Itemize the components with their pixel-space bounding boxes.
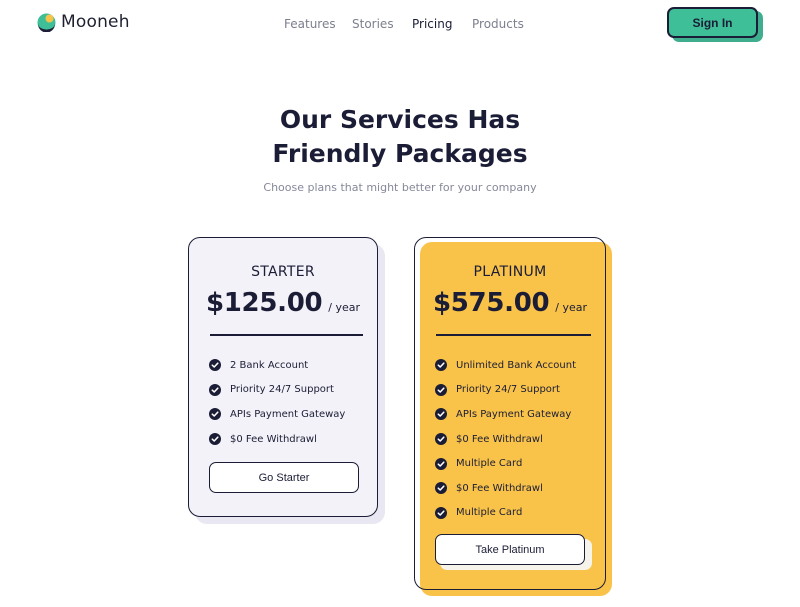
go-starter-button[interactable]: Go Starter	[209, 462, 359, 493]
check-icon	[435, 408, 447, 421]
plan-price: $575.00	[432, 288, 550, 318]
feature-item: 2 Bank Account	[209, 353, 345, 378]
check-icon	[209, 433, 221, 446]
page-title: Our Services Has Friendly Packages	[0, 103, 800, 171]
feature-label: Priority 24/7 Support	[230, 384, 334, 396]
plan-period: / year	[328, 301, 361, 314]
feature-item: Priority 24/7 Support	[435, 378, 576, 403]
feature-label: Multiple Card	[456, 507, 523, 519]
signin-button[interactable]: Sign In	[667, 7, 758, 38]
page-title-line-2: Friendly Packages	[272, 139, 528, 168]
feature-label: Multiple Card	[456, 458, 523, 470]
feature-item: $0 Fee Withdrawl	[209, 427, 345, 452]
feature-label: $0 Fee Withdrawl	[456, 433, 543, 445]
check-icon	[435, 433, 447, 446]
feature-label: APIs Payment Gateway	[230, 408, 346, 420]
starter-plan-card: STARTER $125.00 / year 2 Bank Account Pr…	[188, 237, 378, 517]
page-subtitle: Choose plans that might better for your …	[263, 181, 537, 194]
feature-label: $0 Fee Withdrawl	[230, 433, 317, 445]
check-icon	[435, 457, 447, 470]
plan-name: STARTER	[251, 264, 315, 280]
check-icon	[209, 359, 221, 372]
check-icon	[209, 408, 221, 421]
plan-divider	[436, 334, 591, 336]
feature-label: APIs Payment Gateway	[456, 408, 572, 420]
feature-item: Multiple Card	[435, 451, 576, 476]
take-platinum-button[interactable]: Take Platinum	[435, 534, 585, 565]
plan-feature-list: Unlimited Bank Account Priority 24/7 Sup…	[435, 353, 576, 525]
page-title-line-1: Our Services Has	[279, 105, 521, 134]
feature-label: $0 Fee Withdrawl	[456, 482, 543, 494]
check-icon	[435, 383, 447, 396]
feature-label: Priority 24/7 Support	[456, 384, 560, 396]
feature-label: 2 Bank Account	[230, 359, 309, 371]
plan-price: $125.00	[205, 288, 323, 318]
nav-link-features[interactable]: Features	[284, 17, 336, 31]
plan-name: PLATINUM	[473, 264, 547, 280]
plan-divider	[210, 334, 363, 336]
check-icon	[435, 359, 447, 372]
plan-price-row: $575.00 / year	[415, 288, 605, 318]
nav-link-stories[interactable]: Stories	[352, 17, 394, 31]
feature-label: Unlimited Bank Account	[456, 359, 577, 371]
feature-item: Priority 24/7 Support	[209, 378, 345, 403]
check-icon	[435, 482, 447, 495]
nav-link-products[interactable]: Products	[472, 17, 524, 31]
feature-item: APIs Payment Gateway	[209, 402, 345, 427]
feature-item: Multiple Card	[435, 501, 576, 526]
check-icon	[209, 383, 221, 396]
plan-price-row: $125.00 / year	[189, 288, 377, 318]
feature-item: $0 Fee Withdrawl	[435, 427, 576, 452]
feature-item: Unlimited Bank Account	[435, 353, 576, 378]
feature-item: $0 Fee Withdrawl	[435, 476, 576, 501]
plan-feature-list: 2 Bank Account Priority 24/7 Support API…	[209, 353, 345, 451]
feature-item: APIs Payment Gateway	[435, 402, 576, 427]
nav-link-pricing[interactable]: Pricing	[412, 17, 452, 31]
check-icon	[435, 506, 447, 519]
plan-period: / year	[555, 301, 588, 314]
